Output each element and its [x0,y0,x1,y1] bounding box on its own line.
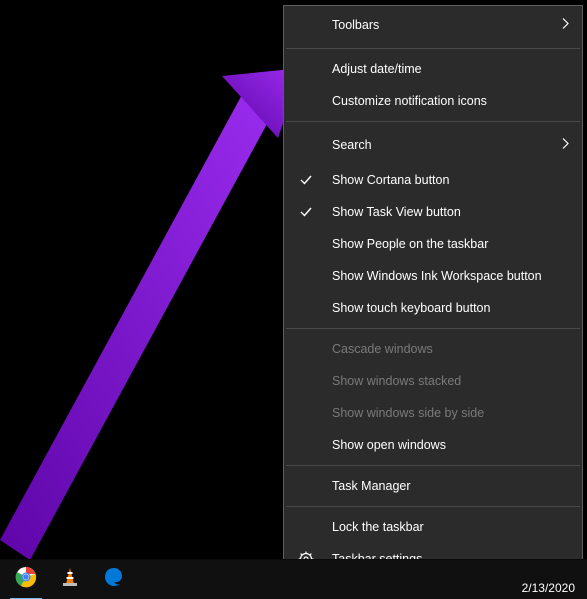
menu-show-ink[interactable]: Show Windows Ink Workspace button [284,260,582,292]
menu-separator [286,328,580,329]
vlc-icon [59,566,81,593]
menu-show-cortana[interactable]: Show Cortana button [284,164,582,196]
taskbar-vlc[interactable] [48,560,92,599]
menu-show-task-view-label: Show Task View button [332,205,461,219]
taskbar-chrome[interactable] [4,560,48,599]
taskbar-context-menu: Toolbars Adjust date/time Customize noti… [283,5,583,576]
taskbar[interactable] [0,559,587,599]
menu-side-by-side-label: Show windows side by side [332,406,484,420]
taskbar-edge[interactable] [92,560,136,599]
menu-customize-notification[interactable]: Customize notification icons [284,85,582,117]
check-icon [298,172,314,188]
menu-show-open[interactable]: Show open windows [284,429,582,461]
menu-toolbars[interactable]: Toolbars [284,6,582,44]
menu-task-manager-label: Task Manager [332,479,411,493]
menu-customize-notification-label: Customize notification icons [332,94,487,108]
menu-search[interactable]: Search [284,126,582,164]
menu-show-people-label: Show People on the taskbar [332,237,488,251]
menu-adjust-datetime-label: Adjust date/time [332,62,422,76]
menu-show-open-label: Show open windows [332,438,446,452]
systray-date[interactable]: 2/13/2020 [522,581,575,595]
menu-separator [286,121,580,122]
menu-lock-taskbar-label: Lock the taskbar [332,520,424,534]
menu-adjust-datetime[interactable]: Adjust date/time [284,53,582,85]
menu-task-manager[interactable]: Task Manager [284,470,582,502]
menu-cascade: Cascade windows [284,333,582,365]
menu-show-cortana-label: Show Cortana button [332,173,449,187]
chrome-icon [15,566,37,593]
menu-side-by-side: Show windows side by side [284,397,582,429]
menu-search-label: Search [332,138,372,152]
menu-lock-taskbar[interactable]: Lock the taskbar [284,511,582,543]
menu-stacked-label: Show windows stacked [332,374,461,388]
menu-show-touch-kb-label: Show touch keyboard button [332,301,490,315]
menu-separator [286,48,580,49]
menu-show-people[interactable]: Show People on the taskbar [284,228,582,260]
check-icon [298,204,314,220]
menu-separator [286,465,580,466]
menu-cascade-label: Cascade windows [332,342,433,356]
menu-show-touch-kb[interactable]: Show touch keyboard button [284,292,582,324]
menu-show-ink-label: Show Windows Ink Workspace button [332,269,542,283]
menu-stacked: Show windows stacked [284,365,582,397]
menu-toolbars-label: Toolbars [332,18,379,32]
menu-show-task-view[interactable]: Show Task View button [284,196,582,228]
menu-separator [286,506,580,507]
systray-date-text: 2/13/2020 [522,581,575,595]
chevron-right-icon [562,18,570,33]
chevron-right-icon [562,138,570,153]
edge-icon [103,566,125,593]
